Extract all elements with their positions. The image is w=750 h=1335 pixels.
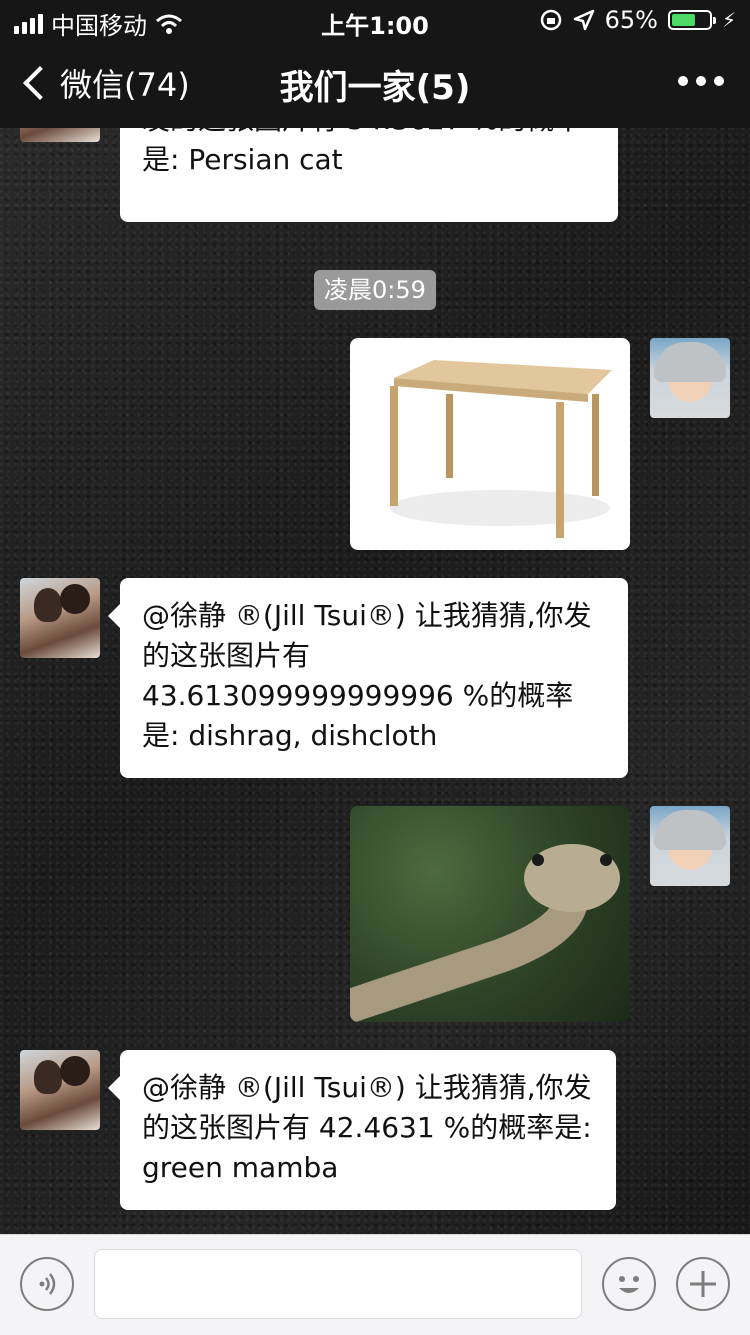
message-text: @徐静 ®(Jill Tsui®) 让我猜猜,你发的这张图片有 42.4631 … bbox=[142, 1071, 592, 1184]
timestamp: 凌晨0:59 bbox=[314, 270, 436, 310]
rotation-lock-icon bbox=[540, 9, 561, 31]
message-input[interactable] bbox=[94, 1249, 582, 1319]
avatar[interactable] bbox=[20, 578, 100, 658]
emoji-icon bbox=[619, 1276, 639, 1293]
input-bar bbox=[0, 1234, 750, 1335]
battery-percent: 65% bbox=[604, 6, 658, 34]
image-message-snake[interactable] bbox=[350, 806, 630, 1022]
plus-icon bbox=[690, 1271, 716, 1297]
avatar[interactable] bbox=[650, 806, 730, 886]
more-dots-icon bbox=[678, 76, 688, 86]
message-bubble[interactable]: @徐静 ®(Jill Tsui®) 让我猜猜,你发的这张图片有 42.4631 … bbox=[108, 1050, 616, 1210]
snake-image bbox=[350, 844, 620, 1022]
voice-icon bbox=[39, 1273, 56, 1295]
table-image bbox=[390, 360, 612, 538]
chat-title: 我们一家(5) bbox=[279, 68, 471, 108]
message-bubble[interactable]: 发的这张图片有 54.3627 %的概率是: Persian cat bbox=[120, 128, 618, 222]
emoji-button[interactable] bbox=[602, 1257, 656, 1311]
more-button[interactable] bbox=[678, 76, 724, 86]
image-message-table[interactable] bbox=[350, 338, 630, 550]
message-bubble[interactable]: @徐静 ®(Jill Tsui®) 让我猜猜,你发的这张图片有 43.61309… bbox=[108, 578, 628, 778]
avatar[interactable] bbox=[650, 338, 730, 418]
charging-icon: ⚡ bbox=[721, 8, 736, 32]
nav-bar: 微信(74) 我们一家(5) bbox=[0, 46, 750, 122]
battery-icon bbox=[667, 10, 716, 30]
location-icon bbox=[573, 9, 594, 31]
voice-button[interactable] bbox=[20, 1257, 74, 1311]
chat-area[interactable]: 发的这张图片有 54.3627 %的概率是: Persian cat 凌晨0:5… bbox=[0, 128, 750, 1234]
avatar[interactable] bbox=[20, 1050, 100, 1130]
status-bar: 中国移动 上午1:00 65% ⚡ bbox=[0, 0, 750, 40]
plus-button[interactable] bbox=[676, 1257, 730, 1311]
avatar[interactable] bbox=[20, 128, 100, 142]
message-text: @徐静 ®(Jill Tsui®) 让我猜猜,你发的这张图片有 43.61309… bbox=[142, 599, 592, 752]
message-text: 发的这张图片有 54.3627 %的概率是: Persian cat bbox=[142, 128, 582, 176]
top-bar: 中国移动 上午1:00 65% ⚡ 微信(74) 我们一家(5) bbox=[0, 0, 750, 128]
